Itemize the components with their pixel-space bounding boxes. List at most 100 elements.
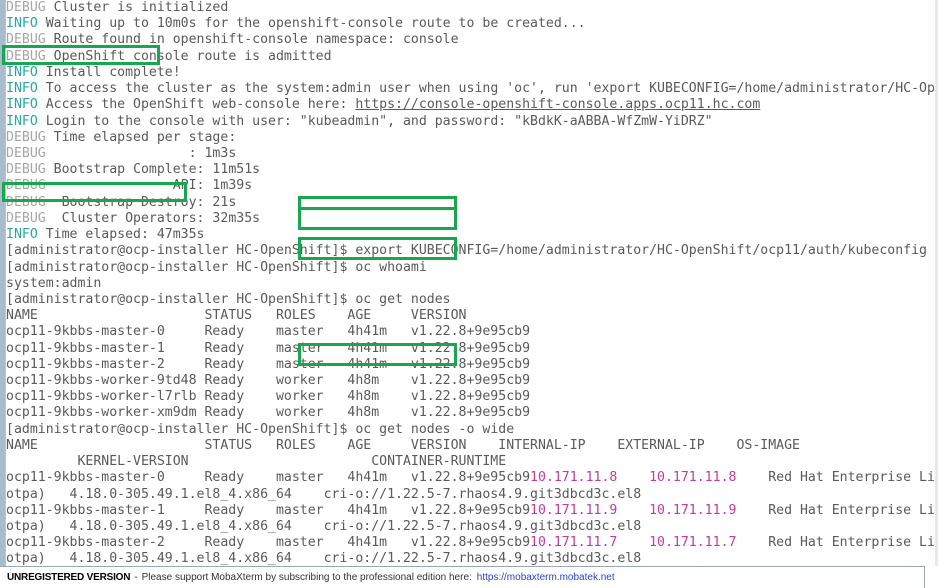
node-row-text-3: ocp11-9kbbs-worker-9td48 Ready worker 4h… xyxy=(6,373,531,389)
log-text-l12: API: 1m39s xyxy=(45,178,253,194)
log-line-l9: DEBUG Time elapsed per stage: xyxy=(6,130,935,146)
log-text-l2: Waiting up to 10m0s for the openshift-co… xyxy=(37,16,586,32)
log-text-l7: Access the OpenShift web-console here: xyxy=(37,97,356,113)
log-line-l6: INFO To access the cluster as the system… xyxy=(6,81,935,97)
node-external-ip-1: 10.171.11.9 xyxy=(649,502,769,518)
log-level-l2: INFO xyxy=(6,16,38,32)
command-oc-get-nodes-wide: oc get nodes -o wide xyxy=(355,421,515,437)
log-level-l6: INFO xyxy=(6,81,38,97)
log-text-l5: Install complete! xyxy=(37,64,181,80)
console-url-link: https://console-openshift-console.apps.o… xyxy=(355,97,761,113)
prompt-line-get-nodes-wide: [administrator@ocp-installer HC-OpenShif… xyxy=(6,422,935,438)
log-line-l5: INFO Install complete! xyxy=(6,65,935,81)
node-row-text-5: ocp11-9kbbs-worker-xm9dm Ready worker 4h… xyxy=(6,405,531,421)
node-row: ocp11-9kbbs-master-0 Ready master 4h41m … xyxy=(6,324,935,340)
log-line-l10: DEBUG : 1m3s xyxy=(6,146,935,162)
log-level-l15: INFO xyxy=(6,227,38,243)
node-row-text-1: ocp11-9kbbs-master-1 Ready master 4h41m … xyxy=(6,340,531,356)
log-text-l3: Route found in openshift-console namespa… xyxy=(45,32,459,48)
output-whoami: system:admin xyxy=(6,276,935,292)
log-level-l12: DEBUG xyxy=(6,178,46,194)
node-row: ocp11-9kbbs-master-1 Ready master 4h41m … xyxy=(6,341,935,357)
node-row-name-2: ocp11-9kbbs-master-2 Ready master 4h41m … xyxy=(6,535,531,551)
log-text-l1: Cluster is initialized xyxy=(45,0,229,15)
prompt-line-get-nodes: [administrator@ocp-installer HC-OpenShif… xyxy=(6,292,935,308)
node-internal-ip-1: 10.171.11.9 xyxy=(530,502,650,518)
command-export-kubeconfig: export KUBECONFIG=/home/administrator/HC… xyxy=(355,243,927,259)
terminal-output[interactable]: DEBUG Cluster is initialized INFO Waiting… xyxy=(6,0,935,566)
log-line-l13: DEBUG Bootstrap Destroy: 21s xyxy=(6,195,935,211)
node-row: ocp11-9kbbs-worker-l7rlb Ready worker 4h… xyxy=(6,389,935,405)
node-row-wide: ocp11-9kbbs-master-0 Ready master 4h41m … xyxy=(6,470,935,486)
node-os-image-0: Red Hat Enterprise Linux CoreOS 49.84 xyxy=(768,470,935,486)
table-header-wide-2: KERNEL-VERSION CONTAINER-RUNTIME xyxy=(6,454,935,470)
node-external-ip-0: 10.171.11.8 xyxy=(649,470,769,486)
node-os-image-1: Red Hat Enterprise Linux CoreOS 49.84 xyxy=(768,502,935,518)
node-row-wide: ocp11-9kbbs-master-1 Ready master 4h41m … xyxy=(6,503,935,519)
node-kernel-runtime-2: otpa) 4.18.0-305.49.1.el8_4.x86_64 cri-o… xyxy=(6,551,642,566)
node-internal-ip-0: 10.171.11.8 xyxy=(530,470,650,486)
table-header-wide-1: NAME STATUS ROLES AGE VERSION INTERNAL-I… xyxy=(6,438,935,454)
log-line-l8: INFO Login to the console with user: "ku… xyxy=(6,114,935,130)
node-kernel-runtime-1: otpa) 4.18.0-305.49.1.el8_4.x86_64 cri-o… xyxy=(6,519,642,534)
log-text-l10: : 1m3s xyxy=(45,145,237,161)
status-bar-right-cell xyxy=(924,566,938,588)
node-row-name-1: ocp11-9kbbs-master-1 Ready master 4h41m … xyxy=(6,502,531,518)
log-line-l15: INFO Time elapsed: 47m35s xyxy=(6,227,935,243)
prompt-line-export: [administrator@ocp-installer HC-OpenShif… xyxy=(6,243,935,259)
node-external-ip-2: 10.171.11.7 xyxy=(649,535,769,551)
log-text-l14: Cluster Operators: 32m35s xyxy=(45,210,261,226)
node-row-wide-wrap: otpa) 4.18.0-305.49.1.el8_4.x86_64 cri-o… xyxy=(6,487,935,503)
node-row-text-0: ocp11-9kbbs-master-0 Ready master 4h41m … xyxy=(6,324,531,340)
log-line-l1: DEBUG Cluster is initialized xyxy=(6,0,935,16)
unregistered-label: UNREGISTERED VERSION xyxy=(7,572,131,583)
node-row-wide-wrap: otpa) 4.18.0-305.49.1.el8_4.x86_64 cri-o… xyxy=(6,551,935,566)
node-row: ocp11-9kbbs-worker-xm9dm Ready worker 4h… xyxy=(6,405,935,421)
scrollbar-thumb[interactable] xyxy=(0,0,5,566)
shell-prompt: [administrator@ocp-installer HC-OpenShif… xyxy=(6,243,356,259)
table-header-wide-text-2: KERNEL-VERSION CONTAINER-RUNTIME xyxy=(6,454,507,470)
log-text-l8: Login to the console with user: "kubeadm… xyxy=(37,113,713,129)
log-level-l13: DEBUG xyxy=(6,194,46,210)
node-row: ocp11-9kbbs-master-2 Ready master 4h41m … xyxy=(6,357,935,373)
log-level-l8: INFO xyxy=(6,113,38,129)
log-level-l9: DEBUG xyxy=(6,129,46,145)
log-line-l14: DEBUG Cluster Operators: 32m35s xyxy=(6,211,935,227)
node-internal-ip-2: 10.171.11.7 xyxy=(530,535,650,551)
node-os-image-2: Red Hat Enterprise Linux CoreOS 49.84 xyxy=(768,535,935,551)
log-level-l11: DEBUG xyxy=(6,162,46,178)
log-level-l14: DEBUG xyxy=(6,210,46,226)
shell-prompt: [administrator@ocp-installer HC-OpenShif… xyxy=(6,259,356,275)
table-header-wide-text-1: NAME STATUS ROLES AGE VERSION INTERNAL-I… xyxy=(6,437,800,453)
node-row-wide-wrap: otpa) 4.18.0-305.49.1.el8_4.x86_64 cri-o… xyxy=(6,519,935,535)
log-line-l11: DEBUG Bootstrap Complete: 11m51s xyxy=(6,162,935,178)
mobaxterm-url-link[interactable]: https://mobaxterm.mobatek.net xyxy=(477,572,615,583)
log-text-l15: Time elapsed: 47m35s xyxy=(37,227,205,243)
status-bar: UNREGISTERED VERSION - Please support Mo… xyxy=(0,566,938,588)
log-level-l1: DEBUG xyxy=(6,0,46,15)
log-text-l9: Time elapsed per stage: xyxy=(45,129,237,145)
table-header-text: NAME STATUS ROLES AGE VERSION xyxy=(6,308,467,324)
command-oc-get-nodes: oc get nodes xyxy=(355,291,451,307)
log-text-l13: Bootstrap Destroy: 21s xyxy=(45,194,237,210)
terminal-window: DEBUG Cluster is initialized INFO Waiting… xyxy=(0,0,938,588)
node-row-name-0: ocp11-9kbbs-master-0 Ready master 4h41m … xyxy=(6,470,531,486)
table-header-get-nodes: NAME STATUS ROLES AGE VERSION xyxy=(6,308,935,324)
prompt-line-whoami: [administrator@ocp-installer HC-OpenShif… xyxy=(6,260,935,276)
log-level-l10: DEBUG xyxy=(6,145,46,161)
log-line-l4: DEBUG OpenShift console route is admitte… xyxy=(6,49,935,65)
log-line-l7: INFO Access the OpenShift web-console he… xyxy=(6,97,935,113)
node-row: ocp11-9kbbs-worker-9td48 Ready worker 4h… xyxy=(6,373,935,389)
log-line-l2: INFO Waiting up to 10m0s for the openshi… xyxy=(6,16,935,32)
shell-prompt: [administrator@ocp-installer HC-OpenShif… xyxy=(6,291,356,307)
log-line-l3: DEBUG Route found in openshift-console n… xyxy=(6,32,935,48)
log-line-l12: DEBUG API: 1m39s xyxy=(6,178,935,194)
log-text-l6: To access the cluster as the system:admi… xyxy=(45,81,935,97)
log-level-l3: DEBUG xyxy=(6,32,46,48)
log-level-l5: INFO xyxy=(6,64,38,80)
node-row-wide: ocp11-9kbbs-master-2 Ready master 4h41m … xyxy=(6,535,935,551)
log-text-l4: OpenShift console route is admitted xyxy=(45,48,332,64)
shell-prompt: [administrator@ocp-installer HC-OpenShif… xyxy=(6,421,356,437)
output-system-admin: system:admin xyxy=(6,275,102,291)
node-row-text-2: ocp11-9kbbs-master-2 Ready master 4h41m … xyxy=(6,356,531,372)
